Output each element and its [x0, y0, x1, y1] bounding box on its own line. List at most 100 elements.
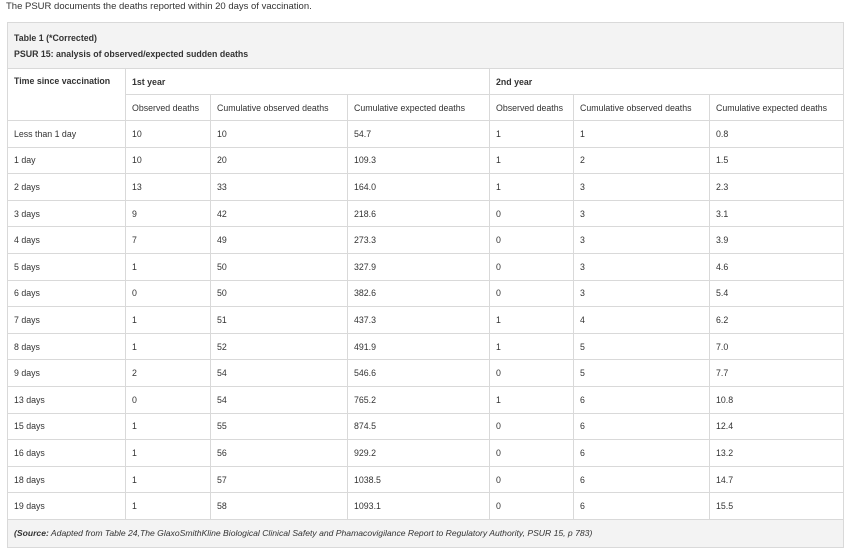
- table-caption-title: Table 1 (*Corrected): [14, 32, 97, 43]
- table-cell: 10: [210, 120, 348, 148]
- table-cell: 6: [573, 412, 710, 441]
- table-row: 8 days 1 52 491.9 1 5 7.0: [7, 332, 844, 361]
- table-cell: 10.8: [709, 385, 844, 414]
- table-cell: 929.2: [347, 439, 490, 467]
- table-cell: 0.8: [709, 120, 844, 148]
- table-cell: 50: [210, 279, 348, 308]
- table-cell: 54: [210, 359, 348, 387]
- table-cell: 0: [489, 359, 574, 387]
- table-cell: 1: [573, 120, 710, 148]
- table-row: 15 days 1 55 874.5 0 6 12.4: [7, 412, 844, 441]
- table-caption-subtitle: PSUR 15: analysis of observed/expected s…: [14, 48, 249, 59]
- table-cell: 3: [573, 279, 710, 308]
- table-cell: 6: [573, 465, 710, 494]
- row-label-cell: 19 days: [7, 492, 126, 520]
- table-cell: 1: [489, 120, 574, 148]
- table-row: 19 days 1 58 1093.1 0 6 15.5: [7, 492, 844, 520]
- table-cell: 0: [489, 226, 574, 254]
- row-label-cell: 4 days: [7, 226, 126, 254]
- table-cell: 3: [573, 199, 710, 228]
- table-cell: 6: [573, 492, 710, 520]
- table-cell: 2: [125, 359, 211, 387]
- table-cell: 273.3: [347, 226, 490, 254]
- table-row: 18 days 1 57 1038.5 0 6 14.7: [7, 465, 844, 494]
- table-cell: 0: [489, 199, 574, 228]
- table-row: 1 day 10 20 109.3 1 2 1.5: [7, 146, 844, 175]
- table-cell: 0: [489, 439, 574, 467]
- psur-deaths-table: Table 1 (*Corrected) PSUR 15: analysis o…: [7, 22, 844, 548]
- table-cell: 58: [210, 492, 348, 520]
- table-cell: 15.5: [709, 492, 844, 520]
- table-row: 3 days 9 42 218.6 0 3 3.1: [7, 199, 844, 228]
- table-cell: 12.4: [709, 412, 844, 441]
- table-row: Less than 1 day 10 10 54.7 1 1 0.8: [7, 120, 844, 148]
- table-row: 5 days 1 50 327.9 0 3 4.6: [7, 252, 844, 281]
- table-cell: 1: [125, 306, 211, 334]
- sub-header-cum-expected-y2: Cumulative expected deaths: [709, 94, 844, 121]
- table-cell: 13: [125, 173, 211, 201]
- table-cell: 0: [125, 385, 211, 414]
- sub-header-observed-y1: Observed deaths: [125, 94, 211, 121]
- table-cell: 7.7: [709, 359, 844, 387]
- table-cell: 1: [125, 439, 211, 467]
- table-cell: 7: [125, 226, 211, 254]
- table-cell: 3: [573, 252, 710, 281]
- table-row: 7 days 1 51 437.3 1 4 6.2: [7, 306, 844, 334]
- row-label-cell: 5 days: [7, 252, 126, 281]
- row-label-cell: 3 days: [7, 199, 126, 228]
- source-text: Adapted from Table 24,The GlaxoSmithKlin…: [48, 528, 593, 539]
- table-cell: 874.5: [347, 412, 490, 441]
- table-cell: 13.2: [709, 439, 844, 467]
- table-cell: 1: [489, 385, 574, 414]
- table-row: 2 days 13 33 164.0 1 3 2.3: [7, 173, 844, 201]
- table-cell: 1.5: [709, 146, 844, 175]
- table-cell: 2.3: [709, 173, 844, 201]
- table-cell: 218.6: [347, 199, 490, 228]
- table-cell: 4.6: [709, 252, 844, 281]
- table-cell: 10: [125, 120, 211, 148]
- table-cell: 7.0: [709, 332, 844, 361]
- table-cell: 56: [210, 439, 348, 467]
- table-cell: 49: [210, 226, 348, 254]
- table-row: 4 days 7 49 273.3 0 3 3.9: [7, 226, 844, 254]
- table-cell: 52: [210, 332, 348, 361]
- row-label-cell: 8 days: [7, 332, 126, 361]
- table-cell: 10: [125, 146, 211, 175]
- table-cell: 491.9: [347, 332, 490, 361]
- table-cell: 14.7: [709, 465, 844, 494]
- sub-header-cum-expected-y1: Cumulative expected deaths: [347, 94, 490, 121]
- table-cell: 1: [125, 412, 211, 441]
- table-cell: 437.3: [347, 306, 490, 334]
- table-row: 16 days 1 56 929.2 0 6 13.2: [7, 439, 844, 467]
- table-cell: 6: [573, 385, 710, 414]
- table-cell: 109.3: [347, 146, 490, 175]
- table-cell: 1: [125, 332, 211, 361]
- table-caption: Table 1 (*Corrected) PSUR 15: analysis o…: [7, 22, 844, 69]
- table-cell: 42: [210, 199, 348, 228]
- table-row: 9 days 2 54 546.6 0 5 7.7: [7, 359, 844, 387]
- table-cell: 3.9: [709, 226, 844, 254]
- table-cell: 55: [210, 412, 348, 441]
- table-cell: 9: [125, 199, 211, 228]
- row-label-cell: 13 days: [7, 385, 126, 414]
- table-cell: 1: [489, 306, 574, 334]
- table-cell: 765.2: [347, 385, 490, 414]
- row-label-cell: 2 days: [7, 173, 126, 201]
- intro-paragraph: The PSUR documents the deaths reported w…: [6, 1, 312, 12]
- table-cell: 3: [573, 226, 710, 254]
- table-cell: 1: [125, 252, 211, 281]
- table-cell: 1: [489, 146, 574, 175]
- table-cell: 0: [489, 492, 574, 520]
- row-label-cell: 18 days: [7, 465, 126, 494]
- table-cell: 1: [489, 173, 574, 201]
- table-cell: 546.6: [347, 359, 490, 387]
- table-cell: 0: [125, 279, 211, 308]
- table-cell: 6.2: [709, 306, 844, 334]
- table-cell: 20: [210, 146, 348, 175]
- row-label-cell: 16 days: [7, 439, 126, 467]
- table-cell: 1: [125, 465, 211, 494]
- row-header-label: Time since vaccination: [7, 68, 126, 121]
- table-source-note: (Source: Adapted from Table 24,The Glaxo…: [7, 518, 844, 548]
- table-cell: 3.1: [709, 199, 844, 228]
- table-row: 6 days 0 50 382.6 0 3 5.4: [7, 279, 844, 308]
